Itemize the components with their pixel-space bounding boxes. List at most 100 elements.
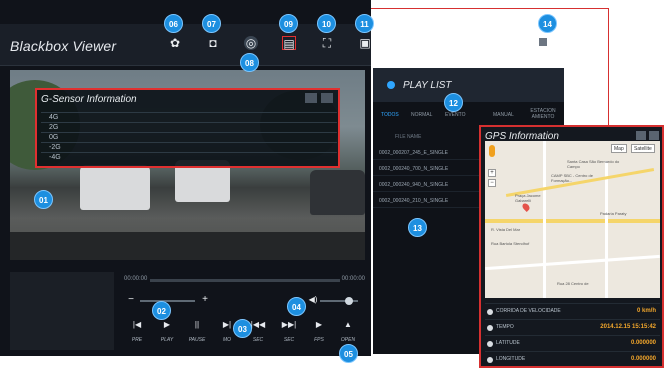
gsensor-panel: G-Sensor Information 4G 2G 0G -2G -4G [35,88,340,168]
badge-04: 04 [287,297,306,316]
badge-13: 13 [408,218,427,237]
playlist-icon [387,81,395,89]
control-label: PLAY [160,337,174,343]
badge-12: 12 [444,93,463,112]
control-label: PAUSE [188,337,206,343]
gps-value: 0 km/h [636,308,656,314]
fps-icon[interactable]: ▶ [309,320,329,329]
badge-02: 02 [152,301,171,320]
volume-icon: ◀) [308,295,318,304]
map-label: Praça Jacome Gabarelli [515,193,541,203]
snapshot-icon[interactable]: ◘ [206,36,220,50]
gps-key: TEMPO [496,324,514,330]
tab-evento[interactable]: EVENTO [445,112,465,118]
badge-05: 05 [339,344,358,363]
control-label: SEC [283,337,295,343]
gps-value: 0.000000 [630,340,656,346]
control-label: FPS [314,337,324,343]
gsensor-icon[interactable]: ◎ [244,36,258,50]
gps-close-button[interactable] [649,131,659,140]
map-label: Rua 28 Centro de [557,281,589,286]
minimize-button[interactable] [539,38,547,46]
side-panel [10,272,114,350]
road [485,219,660,223]
zoom-slider[interactable] [140,300,195,302]
gps-key: CORRIDA DE VELOCIDADE [496,308,561,314]
map-window-icon[interactable]: ▣ [358,36,372,50]
time-start: 00:00:00 [124,276,148,282]
latitude-icon [487,341,493,347]
timeline[interactable]: 00:00:00 00:00:00 [124,276,365,286]
gps-value: 0.000000 [630,356,656,362]
badge-10: 10 [317,14,336,33]
map-label: R. Vista Del Mar [491,227,521,232]
gps-panel: GPS Information Map Satellite Santa Casa… [479,125,664,368]
zoom-in-button[interactable]: + [488,169,496,177]
badge-08: 08 [240,53,259,72]
playlist-item[interactable]: 0002_000240_700_N_SINGLE [373,162,481,176]
dashboard [10,232,365,260]
badge-07: 07 [202,14,221,33]
previous-icon[interactable]: |◀ [127,320,147,329]
time-end: 00:00:00 [341,276,365,282]
gps-row: TEMPO 2014.12.15 15:15:42 [485,319,660,335]
tab-manual[interactable]: MANUAL [493,112,514,118]
longitude-icon [487,357,493,363]
gsensor-close-button[interactable] [321,93,333,103]
gps-minimize-button[interactable] [636,131,646,140]
control-label: SEC [252,337,264,343]
gsensor-minimize-button[interactable] [305,93,317,103]
gps-value: 2014.12.15 15:15:42 [600,324,656,330]
app-title: Blackbox Viewer [10,38,117,54]
tab-todos[interactable]: TODOS [381,112,399,118]
playlist-item[interactable]: 0002_000207_245_E_SINGLE [373,146,481,160]
tab-estacionamiento[interactable]: ESTACION AMIENTO [525,108,561,120]
time-icon [487,325,493,331]
seek-bar[interactable] [150,279,340,282]
map-type-satellite[interactable]: Satellite [631,144,655,153]
annotation-line [608,8,609,126]
map-pin-icon [521,202,531,212]
tab-normal[interactable]: NORMAL [411,112,432,118]
playlist-header: PLAY LIST [373,68,564,102]
playlist-item[interactable]: 0002_000240_940_N_SINGLE [373,178,481,192]
badge-11: 11 [355,14,374,33]
gps-row: CORRIDA DE VELOCIDADE 0 km/h [485,303,660,319]
fullscreen-icon[interactable]: ⛶ [320,36,334,50]
gsensor-level: -2G [41,142,337,152]
volume-knob[interactable] [344,297,353,305]
zoom-out-icon[interactable]: − [124,293,138,307]
eject-icon[interactable]: ▲ [338,320,358,329]
map-type-map[interactable]: Map [611,144,627,153]
map-view[interactable]: Map Satellite Santa Casa São Bernardo do… [485,141,660,298]
map-label: Rua Bartola Stendhof [491,241,530,246]
gsensor-level: 2G [41,122,337,132]
gsensor-level: 0G [41,132,337,142]
map-pegman-icon[interactable] [489,145,495,157]
gear-icon[interactable]: ✿ [168,36,182,50]
column-file-name: FILE NAME [395,134,422,140]
forward-icon[interactable]: ▶▶| [279,320,299,329]
speed-icon [487,309,493,315]
pause-icon[interactable]: || [187,320,207,329]
badge-06: 06 [164,14,183,33]
control-label: MO [222,337,232,343]
zoom-out-button[interactable]: − [488,179,496,187]
badge-14: 14 [538,14,557,33]
control-label: OPEN [340,337,356,343]
car [80,165,150,210]
playlist-title: PLAY LIST [403,80,452,91]
control-label: PRE [131,337,143,343]
gsensor-grid: 4G 2G 0G -2G -4G [41,112,337,164]
playlist-tabs: TODOS NORMAL EVENTO MANUAL ESTACION AMIE… [373,108,564,124]
badge-01: 01 [34,190,53,209]
gps-key: LONGITUDE [496,356,526,362]
play-icon[interactable]: ▶ [157,320,177,329]
badge-09: 09 [279,14,298,33]
badge-03: 03 [233,319,252,338]
playlist-item[interactable]: 0002_000240_210_N_SINGLE [373,194,481,208]
document-icon[interactable]: ▤ [282,36,296,51]
gps-key: LATITUDE [496,340,520,346]
road [543,141,546,298]
zoom-in-icon[interactable]: + [198,293,212,307]
